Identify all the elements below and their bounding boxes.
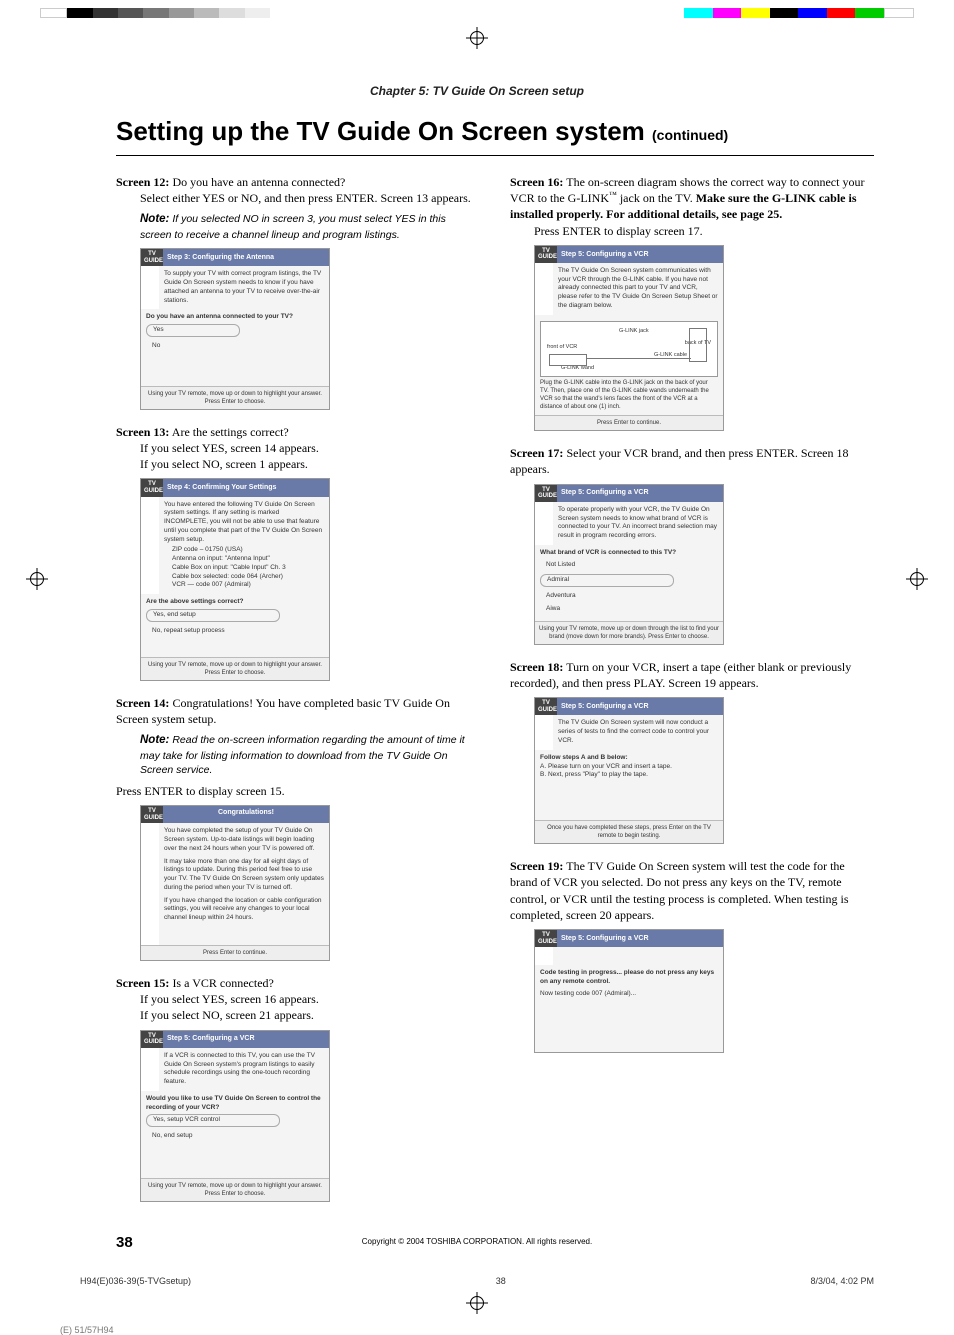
screenshot-17: TV GUIDEStep 5: Configuring a VCR To ope… — [534, 484, 724, 645]
registration-mark-icon — [908, 570, 926, 588]
registration-mark-icon — [28, 570, 46, 588]
cut-line-label: (E) 51/57H94 — [60, 1325, 954, 1335]
tv-guide-logo-icon: TV GUIDE — [141, 806, 163, 823]
screenshot-13: TV GUIDEStep 4: Confirming Your Settings… — [140, 478, 330, 680]
tv-guide-logo-icon: TV GUIDE — [535, 930, 557, 947]
screen-12-note: If you selected NO in screen 3, you must… — [140, 213, 446, 241]
glink-diagram: front of VCR G-LINK jack back of TV G-LI… — [540, 321, 718, 377]
footer-right: 8/3/04, 4:02 PM — [810, 1276, 874, 1286]
screen-12-label: Screen 12: — [116, 175, 169, 189]
registration-mark-icon — [468, 29, 486, 47]
screen-12-question: Do you have an antenna connected? — [172, 175, 345, 189]
screen-13-question: Are the settings correct? — [172, 425, 289, 439]
screenshot-12: TV GUIDEStep 3: Configuring the Antenna … — [140, 248, 330, 410]
chapter-header: Chapter 5: TV Guide On Screen setup — [0, 84, 954, 98]
screen-14-note: Read the on-screen information regarding… — [140, 734, 465, 776]
screen-16-label: Screen 16: — [510, 175, 563, 189]
screen-13-body1: If you select YES, screen 14 appears. — [140, 440, 480, 456]
screen-14-label: Screen 14: — [116, 696, 169, 710]
screen-15-body1: If you select YES, screen 16 appears. — [140, 991, 480, 1007]
screen-16-after: Press ENTER to display screen 17. — [534, 223, 874, 239]
footer-mid: 38 — [496, 1276, 506, 1286]
tv-guide-logo-icon: TV GUIDE — [535, 698, 557, 715]
page-title: Setting up the TV Guide On Screen system… — [116, 116, 874, 147]
screen-18-label: Screen 18: — [510, 660, 563, 674]
tv-guide-logo-icon: TV GUIDE — [141, 479, 163, 496]
screen-17-label: Screen 17: — [510, 446, 563, 460]
screenshot-19: TV GUIDEStep 5: Configuring a VCR Code t… — [534, 929, 724, 1053]
right-column: Screen 16: The on-screen diagram shows t… — [510, 174, 874, 1216]
print-footer: H94(E)036-39(5-TVGsetup) 38 8/3/04, 4:02… — [80, 1276, 874, 1286]
registration-mark-icon — [468, 1294, 486, 1312]
screen-13-label: Screen 13: — [116, 425, 169, 439]
screen-13-body2: If you select NO, screen 1 appears. — [140, 456, 480, 472]
screenshot-18: TV GUIDEStep 5: Configuring a VCR The TV… — [534, 697, 724, 844]
note-label: Note: — [140, 213, 169, 225]
screen-15-body2: If you select NO, screen 21 appears. — [140, 1007, 480, 1023]
left-column: Screen 12: Do you have an antenna connec… — [116, 174, 480, 1216]
screen-19-label: Screen 19: — [510, 859, 563, 873]
tv-guide-logo-icon: TV GUIDE — [141, 1031, 163, 1048]
note-label: Note: — [140, 734, 169, 746]
print-color-bar-left — [40, 8, 270, 18]
screen-16-body-b: jack on the TV. — [620, 191, 693, 205]
screen-15-question: Is a VCR connected? — [172, 976, 273, 990]
tv-guide-logo-icon: TV GUIDE — [535, 485, 557, 502]
footer-left: H94(E)036-39(5-TVGsetup) — [80, 1276, 191, 1286]
trademark-icon: ™ — [609, 190, 617, 199]
tv-guide-logo-icon: TV GUIDE — [535, 246, 557, 263]
screen-15-label: Screen 15: — [116, 976, 169, 990]
tv-guide-logo-icon: TV GUIDE — [141, 249, 163, 266]
screen-12-body: Select either YES or NO, and then press … — [140, 190, 480, 206]
copyright-text: Copyright © 2004 TOSHIBA CORPORATION. Al… — [0, 1237, 954, 1246]
title-rule — [116, 155, 874, 156]
screenshot-16: TV GUIDEStep 5: Configuring a VCR The TV… — [534, 245, 724, 431]
screenshot-15: TV GUIDEStep 5: Configuring a VCR If a V… — [140, 1030, 330, 1203]
screen-14-after: Press ENTER to display screen 15. — [116, 783, 480, 799]
print-color-bar-right — [684, 8, 914, 18]
screenshot-14: TV GUIDECongratulations! You have comple… — [140, 805, 330, 961]
